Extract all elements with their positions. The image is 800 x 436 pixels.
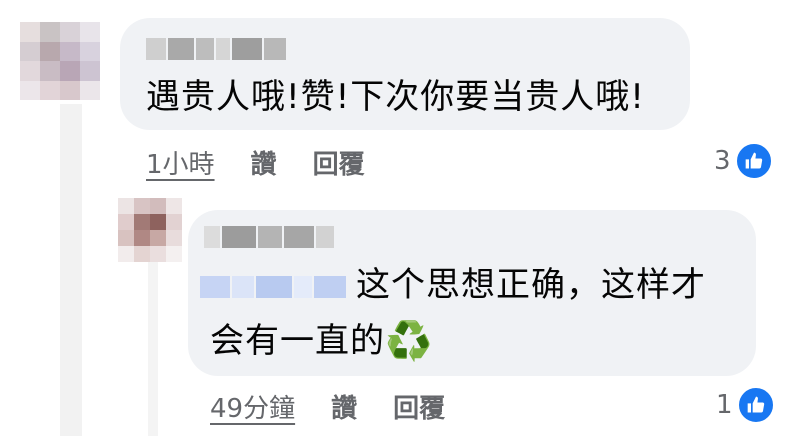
reaction-summary[interactable]: 3 (714, 142, 773, 180)
reply-button[interactable]: 回覆 (393, 388, 445, 425)
reply-button[interactable]: 回覆 (313, 144, 365, 181)
comment-text-line-2: 会有一直的♻️ (210, 319, 434, 363)
like-button[interactable]: 讚 (251, 144, 277, 181)
like-button[interactable]: 讚 (331, 388, 357, 425)
blurred-commenter-name[interactable] (146, 38, 286, 60)
comment-timestamp[interactable]: 1小時 (146, 144, 215, 181)
blurred-commenter-name[interactable] (204, 226, 334, 248)
like-icon (736, 386, 775, 424)
comment-timestamp[interactable]: 49分鐘 (210, 388, 295, 425)
reaction-count: 1 (716, 390, 733, 420)
like-icon (734, 142, 773, 180)
avatar[interactable] (118, 198, 182, 262)
reaction-count: 3 (714, 146, 731, 176)
recycle-emoji-icon: ♻️ (385, 319, 434, 363)
comment-text-line-1: 这个思想正确，这样才 (356, 265, 706, 305)
reaction-summary[interactable]: 1 (716, 386, 775, 424)
avatar[interactable] (20, 22, 100, 100)
comment-text: 遇贵人哦!赞!下次你要当贵人哦! (146, 77, 645, 117)
thread-line (60, 104, 82, 436)
comment-actions: 1小時 讚 回覆 (146, 144, 401, 181)
reply-thread-line (148, 262, 158, 436)
blurred-mention-tag[interactable] (200, 268, 346, 306)
comment-actions: 49分鐘 讚 回覆 (210, 388, 481, 425)
